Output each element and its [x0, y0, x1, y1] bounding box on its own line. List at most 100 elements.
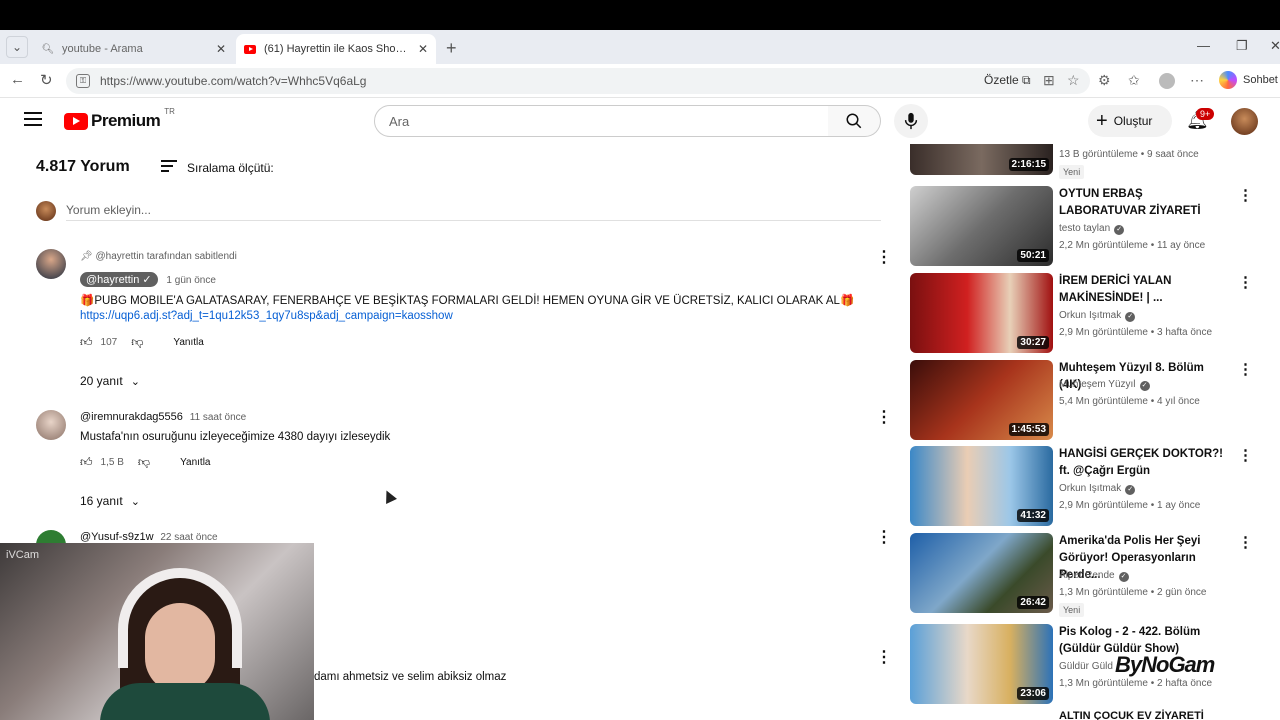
- youtube-premium-logo[interactable]: Premium TR: [64, 107, 175, 131]
- logo-region: TR: [164, 106, 175, 116]
- comment-header: @hayrettin ✓ 1 gün önce: [80, 272, 216, 287]
- video-title[interactable]: OYTUN ERBAŞ LABORATUVAR ZİYARETİ: [1059, 186, 1229, 220]
- search-input[interactable]: Ara: [374, 105, 829, 137]
- avatar[interactable]: [36, 410, 66, 440]
- video-item[interactable]: 41:32 HANGİSİ GERÇEK DOKTOR?! ft. @Çağrı…: [910, 446, 1280, 526]
- summarize-button[interactable]: Özetle ⧉: [984, 73, 1031, 88]
- favorites-icon[interactable]: ✩: [1128, 72, 1140, 89]
- video-thumbnail[interactable]: 2:16:15: [910, 144, 1053, 175]
- pinned-by-text: @hayrettin tarafından sabitlendi: [95, 251, 237, 262]
- webcam-label: iVCam: [6, 549, 40, 561]
- video-thumbnail[interactable]: 50:21: [910, 186, 1053, 266]
- account-avatar[interactable]: [1231, 108, 1258, 135]
- replies-toggle[interactable]: 20 yanıt ⌄: [80, 374, 140, 388]
- minimize-icon[interactable]: —: [1197, 38, 1210, 53]
- video-title[interactable]: İREM DERİCİ YALAN MAKİNESİNDE! | ...: [1059, 273, 1229, 307]
- video-menu-icon[interactable]: ⋮: [1238, 446, 1253, 464]
- dislike-icon[interactable]: 👎︎: [138, 455, 150, 470]
- comment-menu-icon[interactable]: ⋮: [876, 407, 892, 427]
- video-menu-icon[interactable]: ⋮: [1238, 273, 1253, 291]
- comment-author[interactable]: @Yusuf-s9z1w: [80, 531, 154, 543]
- channel-name[interactable]: Orkun Işıtmak: [1059, 483, 1121, 494]
- video-item[interactable]: 26:42 Amerika'da Polis Her Şeyi Görüyor!…: [910, 533, 1280, 617]
- profile-avatar[interactable]: [1159, 73, 1175, 89]
- comment-header: @Yusuf-s9z1w 22 saat önce: [80, 531, 218, 543]
- channel-name[interactable]: Muhteşem Yüzyıl: [1059, 379, 1136, 390]
- back-icon[interactable]: ←: [10, 71, 25, 88]
- create-label: Oluştur: [1113, 114, 1153, 128]
- author-badge[interactable]: @hayrettin ✓: [80, 272, 158, 287]
- site-info-icon[interactable]: ⚿: [76, 74, 90, 88]
- video-thumbnail[interactable]: 26:42: [910, 533, 1053, 613]
- reply-button[interactable]: Yanıtla: [173, 337, 203, 348]
- search-icon: 🔍︎: [41, 43, 55, 55]
- verified-icon: ✓: [1114, 225, 1125, 235]
- tab-youtube-search[interactable]: 🔍︎ youtube - Arama ✕: [34, 34, 234, 64]
- video-menu-icon[interactable]: ⋮: [1238, 186, 1253, 204]
- search-button[interactable]: [828, 105, 881, 137]
- channel-name[interactable]: testo taylan: [1059, 223, 1110, 234]
- video-duration: 30:27: [1017, 336, 1049, 349]
- video-stats: 1,3 Mn görüntüleme • 2 gün önce: [1059, 587, 1207, 598]
- comment-link[interactable]: https://uqp6.adj.st?adj_t=1qu12k53_1qy7u…: [80, 310, 453, 322]
- tab-youtube-video[interactable]: (61) Hayrettin ile Kaos Show - 2.Se ✕: [236, 34, 436, 64]
- replies-toggle[interactable]: 16 yanıt ⌄: [80, 494, 140, 508]
- video-thumbnail[interactable]: 1:45:53: [910, 360, 1053, 440]
- video-title[interactable]: ALTIN ÇOCUK EV ZİYARETİ: [1059, 710, 1204, 720]
- video-item[interactable]: 1:45:53 Muhteşem Yüzyıl 8. Bölüm (4K) Mu…: [910, 360, 1280, 440]
- video-thumbnail[interactable]: 30:27: [910, 273, 1053, 353]
- extensions-icon[interactable]: ⚙: [1098, 72, 1111, 89]
- video-thumbnail[interactable]: 41:32: [910, 446, 1053, 526]
- video-duration: 50:21: [1017, 249, 1049, 262]
- favorite-star-icon[interactable]: ☆: [1067, 72, 1080, 89]
- url-text: https://www.youtube.com/watch?v=Whhc5Vq6…: [100, 74, 367, 88]
- video-item[interactable]: 30:27 İREM DERİCİ YALAN MAKİNESİNDE! | .…: [910, 273, 1280, 353]
- dislike-icon[interactable]: 👎︎: [131, 335, 143, 350]
- add-comment-input[interactable]: Yorum ekleyin...: [66, 203, 151, 217]
- close-window-icon[interactable]: ✕: [1270, 38, 1280, 54]
- more-options-icon[interactable]: ⋯: [1190, 72, 1204, 89]
- video-channel: Muhteşem Yüzyıl ✓: [1059, 379, 1150, 391]
- video-item[interactable]: 2:16:15 13 B görüntüleme • 9 saat önce Y…: [910, 144, 1280, 179]
- copilot-label[interactable]: Sohbet: [1243, 74, 1278, 86]
- search-icon: [846, 113, 862, 129]
- maximize-icon[interactable]: ❐: [1236, 38, 1248, 54]
- close-tab-icon[interactable]: ✕: [216, 42, 226, 56]
- comment-menu-icon[interactable]: ⋮: [876, 247, 892, 267]
- create-button[interactable]: + Oluştur: [1088, 105, 1172, 137]
- channel-name[interactable]: Orkun Işıtmak: [1059, 310, 1121, 321]
- channel-name[interactable]: Alper Rende: [1059, 570, 1115, 581]
- video-menu-icon[interactable]: ⋮: [1238, 533, 1253, 551]
- reply-button[interactable]: Yanıtla: [180, 457, 210, 468]
- like-icon[interactable]: 👍︎: [80, 455, 93, 470]
- url-field[interactable]: ⚿ https://www.youtube.com/watch?v=Whhc5V…: [66, 68, 1090, 94]
- new-tab-button[interactable]: +: [446, 38, 457, 59]
- sort-button[interactable]: Sıralama ölçütü:: [161, 160, 274, 175]
- comment-menu-icon[interactable]: ⋮: [876, 527, 892, 547]
- reload-icon[interactable]: ↻: [40, 71, 53, 89]
- comment-menu-icon[interactable]: ⋮: [876, 647, 892, 667]
- copilot-icon[interactable]: [1219, 71, 1237, 89]
- avatar[interactable]: [36, 249, 66, 279]
- channel-name[interactable]: Güldür Güld: [1059, 661, 1113, 672]
- app-icon[interactable]: ⊞: [1043, 72, 1055, 89]
- tab-actions-menu-icon[interactable]: ⌄: [6, 36, 28, 58]
- comment-time[interactable]: 22 saat önce: [160, 532, 217, 543]
- video-item[interactable]: 23:06 Pis Kolog - 2 - 422. Bölüm (Güldür…: [910, 624, 1280, 704]
- close-tab-icon[interactable]: ✕: [418, 42, 428, 56]
- video-duration: 2:16:15: [1008, 158, 1049, 171]
- video-thumbnail[interactable]: 23:06: [910, 624, 1053, 704]
- video-stats: 13 B görüntüleme • 9 saat önce: [1059, 149, 1199, 160]
- voice-search-button[interactable]: [894, 104, 928, 138]
- video-item[interactable]: 50:21 OYTUN ERBAŞ LABORATUVAR ZİYARETİ t…: [910, 186, 1280, 266]
- like-icon[interactable]: 👍︎: [80, 335, 93, 350]
- video-title[interactable]: HANGİSİ GERÇEK DOKTOR?! ft. @Çağrı Ergün: [1059, 446, 1229, 480]
- video-menu-icon[interactable]: ⋮: [1238, 360, 1253, 378]
- screen-top-bar: [0, 0, 1280, 30]
- logo-text: Premium: [91, 111, 161, 130]
- comment-author[interactable]: @iremnurakdag5556: [80, 411, 183, 423]
- comment-time[interactable]: 1 gün önce: [166, 275, 216, 286]
- video-duration: 1:45:53: [1008, 423, 1049, 436]
- menu-icon[interactable]: [24, 112, 42, 126]
- comment-time[interactable]: 11 saat önce: [190, 412, 247, 423]
